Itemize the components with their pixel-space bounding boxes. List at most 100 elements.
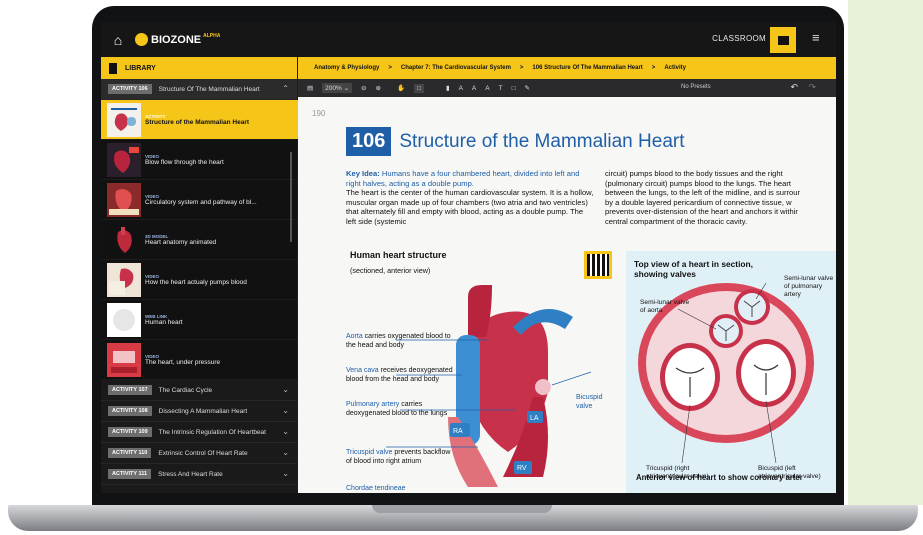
breadcrumb-item[interactable]: Activity [664,65,686,71]
page-number: 190 [312,109,326,118]
item-title: Circulatory system and pathway of bl... [145,198,257,206]
body-column-left: Key Idea: Humans have a four chambered h… [346,169,594,227]
diagram-title: Human heart structure [350,250,447,260]
undo-icon[interactable]: ↶ [790,82,798,93]
resource-item[interactable]: ACTIVITY Structure of the Mammalian Heart [101,100,313,140]
chevron-down-icon[interactable]: ⌄ [282,406,289,415]
strike-text-icon[interactable]: A [485,85,489,92]
activity-row-current[interactable]: ACTIVITY 106 Structure Of The Mammalian … [101,79,297,100]
activity-number: 106 [346,127,392,156]
diagram-subtitle: (sectioned, anterior view) [350,266,431,275]
activity-heading: 106 Structure of the Mammalian Heart [346,127,685,156]
zoom-select[interactable]: 200% ⌄ [322,83,353,93]
hamburger-menu-icon[interactable]: ≡ [812,31,826,44]
vena-cava-term: Vena cava [346,367,379,374]
breadcrumb-item[interactable]: Chapter 7: The Cardiovascular System [401,65,511,71]
key-idea-text: Humans have a four chambered heart, divi… [346,169,580,188]
chevron-down-icon[interactable]: ⌄ [282,448,289,457]
activity-badge: ACTIVITY 108 [108,406,152,416]
library-header: LIBRARY [101,57,297,79]
activity-row[interactable]: ACTIVITY 111 Stress And Heart Rate ⌄ [101,464,297,485]
select-tool-icon[interactable]: □ [414,83,424,93]
item-title: Blow flow through the heart [145,158,224,166]
activity-badge: ACTIVITY 110 [108,448,152,458]
la-label: LA [530,415,539,422]
breadcrumb: Anatomy & Physiology > Chapter 7: The Ca… [298,57,836,79]
breadcrumb-separator: > [651,65,656,71]
chevron-down-icon[interactable]: ⌄ [282,385,289,394]
resource-item[interactable]: VIDEO Circulatory system and pathway of b… [101,180,297,220]
resource-item[interactable]: VIDEO How the heart actualy pumps blood [101,260,297,300]
chevron-down-icon[interactable]: ⌄ [282,427,289,436]
zoom-out-icon[interactable]: ⊖ [361,84,366,92]
chevron-up-icon[interactable]: ⌃ [282,84,289,93]
aorta-term: Aorta [346,333,363,340]
logo-tag: ALPHA [203,33,221,39]
bookmark-icon [109,62,117,74]
activity-title: Structure Of The Mammalian Heart [158,85,260,93]
vena-cava-label: Vena cava receives deoxygenated blood fr… [346,367,454,384]
weblink-thumbnail [107,302,141,337]
qr-code-icon[interactable] [584,251,612,279]
redo-icon[interactable]: ↷ [808,82,816,93]
item-title: The heart, under pressure [145,358,221,366]
activity-row[interactable]: ACTIVITY 108 Dissecting A Mammalian Hear… [101,401,297,422]
activity-title: The Cardiac Cycle [158,386,213,394]
text-style-icon[interactable]: A [472,85,476,92]
key-idea-label: Key Idea: [346,169,380,178]
zoom-in-icon[interactable]: ⊕ [376,84,381,92]
bicuspid-valve-label: Bicuspid valve [576,394,616,411]
page-icon[interactable]: ▤ [307,84,313,92]
workbook-page: 190 106 Structure of the Mammalian Heart… [298,97,836,493]
video-thumbnail [107,262,141,297]
resource-item[interactable]: VIDEO Blow flow through the heart [101,140,297,180]
activity-row[interactable]: ACTIVITY 109 The Intrinsic Regulation Of… [101,422,297,443]
classroom-link[interactable]: CLASSROOM [712,34,766,43]
resource-item[interactable]: VIDEO The heart, under pressure [101,340,297,380]
activity-title: The Intrinsic Regulation Of Heartbeat [158,428,266,436]
breadcrumb-item[interactable]: 106 Structure Of The Mammalian Heart [532,65,642,71]
logo[interactable]: BIOZONE ALPHA [135,33,220,46]
body-line: (pulmonary circuit) pumps blood to the l… [605,178,792,188]
resource-item[interactable]: WEB LINK Human heart [101,300,297,340]
book-icon [777,35,789,45]
text-tool-icon[interactable]: T [499,85,503,92]
sidebar-scrollbar[interactable] [290,152,292,242]
rv-label: RV [517,465,527,472]
item-title: How the heart actualy pumps blood [145,278,247,286]
book-button[interactable] [770,27,796,53]
breadcrumb-separator: > [519,65,524,71]
item-title: Human heart [145,318,183,326]
viewer-toolbar: ▤ 200% ⌄ ⊖ ⊕ ✋ □ ▮ A A A T □ ✎ No Preset… [298,79,836,97]
model-thumbnail [107,222,141,257]
resource-item[interactable]: 3D MODEL Heart anatomy animated [101,220,297,260]
pen-tool-icon[interactable]: ✎ [525,84,530,92]
logo-icon [135,33,148,46]
library-title: LIBRARY [125,64,156,72]
breadcrumb-item[interactable]: Anatomy & Physiology [314,65,379,71]
pulmonary-artery-label: Pulmonary artery carries deoxygenated bl… [346,401,456,418]
highlight-icon[interactable]: ▮ [446,84,450,92]
bicuspid-term: Bicuspid valve [576,394,603,410]
body-line: between the lungs, to the left of the mi… [605,188,801,198]
shape-tool-icon[interactable]: □ [512,85,516,92]
marketing-stage: ⌂ BIOZONE ALPHA CLASSROOM ≡ LIBRARY ACTI… [0,0,923,535]
pulmonary-term: Pulmonary artery [346,401,400,408]
activity-row[interactable]: ACTIVITY 110 Extrinsic Control Of Heart … [101,443,297,464]
home-icon[interactable]: ⌂ [107,29,129,51]
pan-hand-icon[interactable]: ✋ [397,84,405,92]
semilunar-aorta-label: Semi-lunar valve of aorta [640,299,690,314]
activity-row[interactable]: ACTIVITY 107 The Cardiac Cycle ⌄ [101,380,297,401]
video-thumbnail [107,142,141,177]
body-line: prevents over-distension of the heart an… [605,207,798,217]
chordae-term: Chordae tendineae [346,485,406,492]
top-view-panel: Top view of a heart in section, showing … [626,251,836,493]
activity-badge: ACTIVITY 106 [108,84,152,94]
activity-title: Dissecting A Mammalian Heart [158,407,248,415]
underline-text-icon[interactable]: A [459,85,463,92]
chevron-down-icon[interactable]: ⌄ [282,469,289,478]
aorta-label: Aorta carries oxygenated blood to the he… [346,333,456,350]
presets-dropdown[interactable]: No Presets [681,84,711,90]
activity-title: Extrinsic Control Of Heart Rate [158,449,248,457]
breadcrumb-separator: > [388,65,392,71]
